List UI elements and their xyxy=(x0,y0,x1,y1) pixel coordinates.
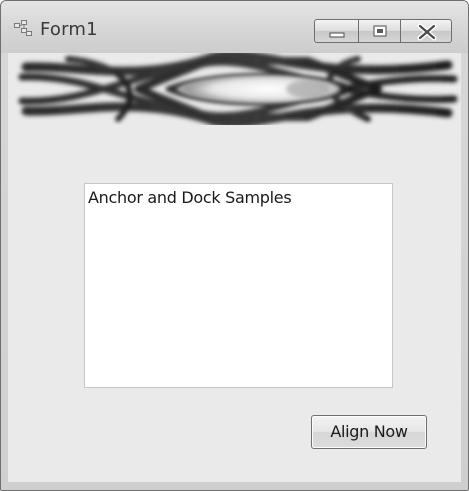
form-client-area: Anchor and Dock Samples Align Now xyxy=(8,50,461,482)
maximize-button[interactable] xyxy=(358,19,401,43)
maximize-icon xyxy=(373,25,387,37)
close-icon xyxy=(417,23,437,41)
minimize-button[interactable] xyxy=(314,19,359,43)
textbox-text: Anchor and Dock Samples xyxy=(88,188,292,207)
form1-window: Form1 Anchor and Dock Samples Align Now xyxy=(0,0,469,491)
sample-textbox[interactable]: Anchor and Dock Samples xyxy=(84,183,393,388)
form-window-icon xyxy=(14,20,32,36)
window-title: Form1 xyxy=(40,19,98,40)
align-now-button[interactable]: Align Now xyxy=(311,415,427,449)
minimize-icon xyxy=(329,32,345,38)
close-button[interactable] xyxy=(400,19,452,43)
title-bar[interactable]: Form1 xyxy=(1,1,468,53)
star-chain-banner-image xyxy=(8,50,461,128)
